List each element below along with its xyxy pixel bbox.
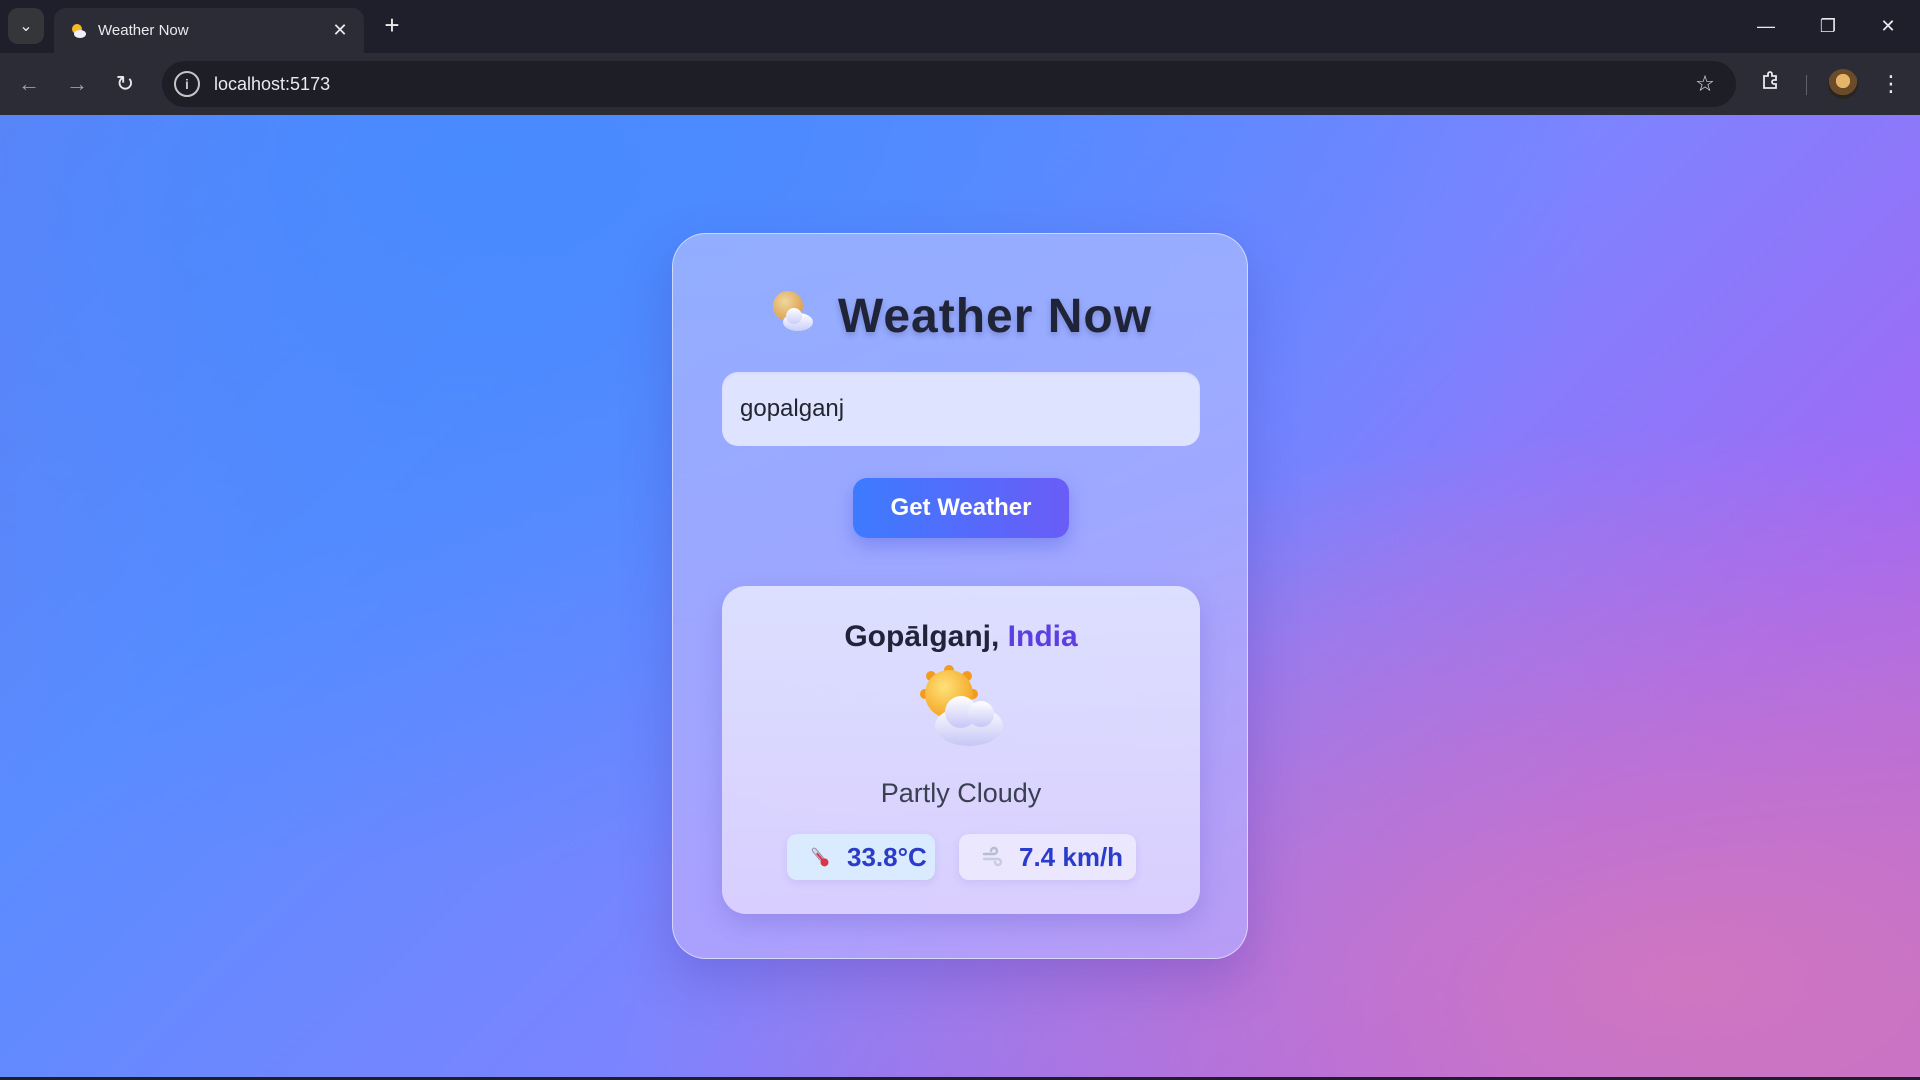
weather-card: Weather Now Get Weather Gopālganj, India xyxy=(672,233,1248,959)
favicon-sun-cloud-icon xyxy=(68,21,88,41)
restore-icon[interactable]: ❐ xyxy=(1808,10,1848,42)
puzzle-icon[interactable] xyxy=(1754,67,1788,101)
close-icon[interactable]: ✕ xyxy=(328,19,352,43)
partly-cloudy-icon xyxy=(917,662,1007,748)
chevron-down-icon: ⌄ xyxy=(19,18,33,35)
kebab-menu-icon[interactable]: ⋮ xyxy=(1874,67,1908,101)
url-text[interactable]: localhost:5173 xyxy=(214,74,1690,95)
thermometer-icon xyxy=(807,845,833,869)
page-title: Weather Now xyxy=(673,286,1247,346)
temperature-value: 33.8°C xyxy=(847,841,927,872)
reload-icon[interactable]: ↻ xyxy=(108,67,142,101)
avatar[interactable] xyxy=(1828,69,1858,99)
country-name: India xyxy=(1007,620,1078,653)
app-title: Weather Now xyxy=(837,289,1153,343)
temperature-badge: 33.8°C xyxy=(787,834,935,880)
info-icon[interactable]: i xyxy=(174,71,200,97)
weather-result-panel: Gopālganj, India Partly Cloudy 33.8°C 7.… xyxy=(722,586,1200,914)
page-viewport: Weather Now Get Weather Gopālganj, India xyxy=(0,115,1920,1077)
wind-icon xyxy=(979,846,1005,868)
tab-search-button[interactable]: ⌄ xyxy=(8,8,44,44)
condition-text: Partly Cloudy xyxy=(880,778,1042,808)
tab-strip: ⌄ Weather Now ✕ + — ❐ ✕ xyxy=(0,0,1920,53)
back-arrow-icon[interactable]: ← xyxy=(12,67,46,101)
toolbar-divider xyxy=(1806,75,1807,95)
browser-tab[interactable]: Weather Now ✕ xyxy=(54,8,364,53)
sun-cloud-icon xyxy=(768,288,816,344)
browser-toolbar: ← → ↻ i localhost:5173 ☆ ⋮ xyxy=(0,53,1920,115)
window-close-icon[interactable]: ✕ xyxy=(1868,10,1908,42)
tab-title: Weather Now xyxy=(98,22,189,39)
star-icon[interactable]: ☆ xyxy=(1690,71,1720,97)
location-heading: Gopālganj, India xyxy=(722,620,1200,654)
minimize-icon[interactable]: — xyxy=(1746,10,1786,42)
city-name: Gopālganj, xyxy=(844,620,1000,653)
get-weather-button[interactable]: Get Weather xyxy=(853,478,1069,538)
wind-value: 7.4 km/h xyxy=(1019,841,1124,872)
new-tab-plus-icon[interactable]: + xyxy=(378,12,406,40)
wind-badge: 7.4 km/h xyxy=(959,834,1136,880)
forward-arrow-icon[interactable]: → xyxy=(60,67,94,101)
address-bar[interactable]: i localhost:5173 ☆ xyxy=(162,61,1736,107)
city-search-input[interactable] xyxy=(722,372,1200,446)
